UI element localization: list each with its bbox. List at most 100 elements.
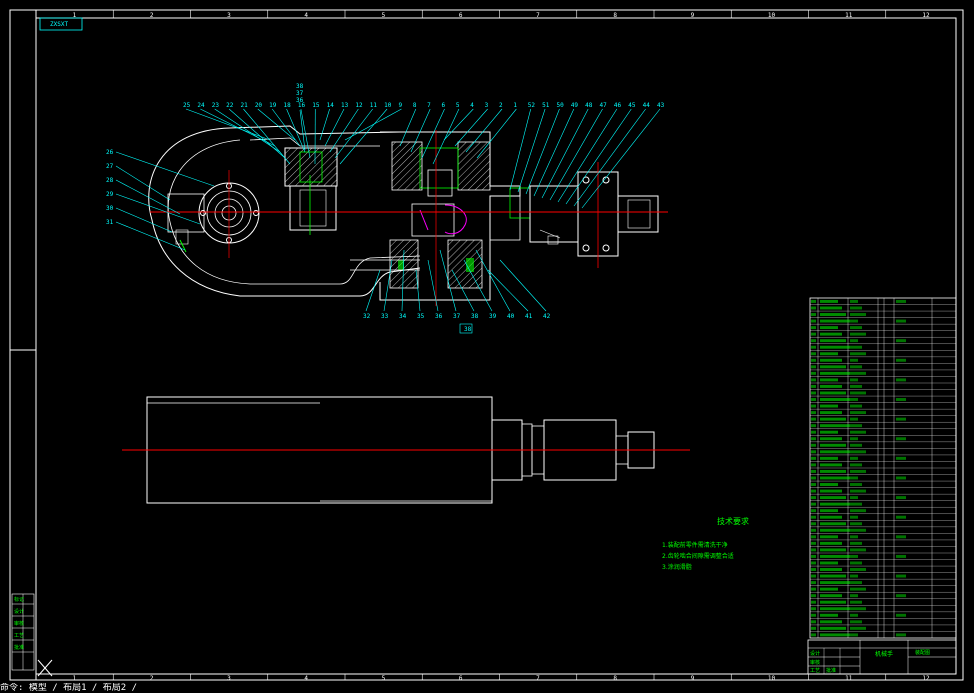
callout-number: 36 [296,97,304,104]
callout-number: 6 [442,102,446,109]
top-zone-label: 3 [227,12,231,19]
bottom-zone-markers: 1 2 3 4 5 6 7 8 9 10 11 12 [35,674,930,682]
callout-number: 26 [106,149,114,156]
cad-viewport[interactable]: 1 2 3 4 5 6 7 8 9 10 11 12 1 2 3 4 5 6 7 8 9 10 11 12 标记 设计 审核… [0,0,974,693]
callout-number: 15 [312,102,320,109]
tech-requirement-3: 3.涂润滑脂 [662,564,692,571]
callout-number: 31 [106,219,114,226]
callout-number: 33 [381,313,389,320]
bottom-zone-label: 11 [845,675,853,682]
callout-number: 38 [471,313,479,320]
top-zone-label: 11 [845,12,853,19]
command-line[interactable]: 命令: 模型 / 布局1 / 布局2 / [0,683,974,693]
callout-number: 3 [485,102,489,109]
callout-number: 45 [628,102,636,109]
callout-number: 38 [296,83,304,90]
top-leader-lines [185,108,661,209]
callout-number: 13 [341,102,349,109]
callout-number: 20 [255,102,263,109]
callout-number: 24 [197,102,205,109]
bottom-zone-label: 5 [382,675,386,682]
tech-requirement-1: 1.装配前零件需清洗干净 [662,542,728,549]
top-zone-label: 6 [459,12,463,19]
top-zone-label: 9 [691,12,695,19]
bottom-callout-numbers: 32 33 34 35 36 37 38 39 40 41 4238 [363,313,551,334]
callout-number: 2 [499,102,503,109]
top-zone-label: 4 [304,12,308,19]
title-block-sub: 装配图 [915,649,930,656]
callout-number: 11 [370,102,378,109]
bottom-zone-label: 9 [691,675,695,682]
title-cell-review: 审核 [810,659,820,666]
tech-requirement-2: 2.齿轮啮合间隙需调整合适 [662,553,734,560]
callout-number: 42 [543,313,551,320]
callout-number: 14 [327,102,335,109]
callout-number: 21 [240,102,248,109]
callout-number: 43 [657,102,665,109]
cad-drawing-canvas[interactable]: 1 2 3 4 5 6 7 8 9 10 11 12 1 2 3 4 5 6 7 8 9 10 11 12 标记 设计 审核… [0,0,974,693]
title-cell-approve: 批准 [826,667,836,674]
title-cell-process: 工艺 [810,668,820,674]
callout-number: 27 [106,163,114,170]
callout-number: 23 [212,102,220,109]
callout-number: 50 [556,102,564,109]
callout-number: 51 [542,102,550,109]
callout-number: 8 [413,102,417,109]
callout-number: 4 [470,102,474,109]
bottom-zone-label: 1 [73,675,77,682]
svg-text:标记: 标记 [14,596,24,603]
title-block: 机械手 装配图 设计 审核 工艺 批准 [807,639,957,675]
callout-number: 52 [528,102,536,109]
callout-number: 38 [464,326,472,333]
callout-number: 10 [384,102,392,109]
callout-number: 28 [106,177,114,184]
left-callout-numbers: 26 27 28 29 30 31 [106,149,114,226]
side-view [122,396,690,504]
callout-number: 12 [355,102,363,109]
bottom-zone-label: 3 [227,675,231,682]
bottom-zone-label: 7 [536,675,540,682]
svg-text:工艺: 工艺 [14,633,24,639]
left-leader-lines [115,151,215,251]
svg-text:批准: 批准 [14,644,24,651]
drawing-corner-tag: ZXSXT [50,21,69,28]
callout-number: 44 [643,102,651,109]
top-zone-label: 10 [768,12,776,19]
callout-number: 29 [106,191,114,198]
bottom-zone-label: 12 [922,675,930,682]
top-zone-label: 8 [613,12,617,19]
callout-number: 37 [453,313,461,320]
callout-number: 36 [435,313,443,320]
callout-number: 19 [269,102,277,109]
callout-number: 34 [399,313,407,320]
top-zone-label: 12 [922,12,930,19]
callout-number: 9 [398,102,402,109]
callout-number: 41 [525,313,533,320]
callout-number: 40 [507,313,515,320]
tech-requirements-title: 技术要求 [717,517,749,526]
bottom-zone-label: 4 [304,675,308,682]
callout-number: 7 [427,102,431,109]
callout-number: 35 [417,313,425,320]
top-zone-label: 7 [536,12,540,19]
callout-number: 48 [585,102,593,109]
parts-list-table [809,297,957,639]
callout-number: 49 [571,102,579,109]
bottom-zone-label: 6 [459,675,463,682]
callout-number: 47 [600,102,608,109]
callout-number: 32 [363,313,371,320]
top-callout-numbers: 25 24 23 22 21 20 19 18 16 15 14 13 12 11 10 9 8 7 6 5 4 3 2 1 5… [183,83,665,109]
bottom-zone-label: 2 [150,675,154,682]
bottom-zone-label: 10 [768,675,776,682]
callout-number: 37 [296,90,304,97]
callout-number: 22 [226,102,234,109]
callout-number: 5 [456,102,460,109]
bottom-zone-label: 8 [613,675,617,682]
svg-text:审核: 审核 [14,620,24,627]
callout-number: 39 [489,313,497,320]
callout-number: 1 [513,102,517,109]
top-assembly-view [148,125,668,306]
callout-number: 46 [614,102,622,109]
callout-number: 30 [106,205,114,212]
title-block-name: 机械手 [875,650,893,658]
